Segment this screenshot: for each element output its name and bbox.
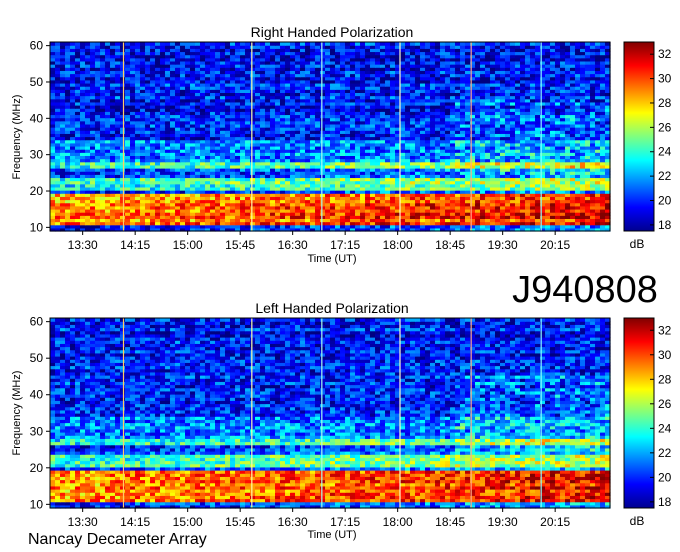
right-polarization-panel: Right Handed Polarization 102030405060 1… xyxy=(11,24,672,265)
spectrogram-figure: Right Handed Polarization 102030405060 1… xyxy=(11,24,672,548)
chart-title: Right Handed Polarization xyxy=(251,24,414,40)
spectrogram-cells xyxy=(50,42,611,232)
